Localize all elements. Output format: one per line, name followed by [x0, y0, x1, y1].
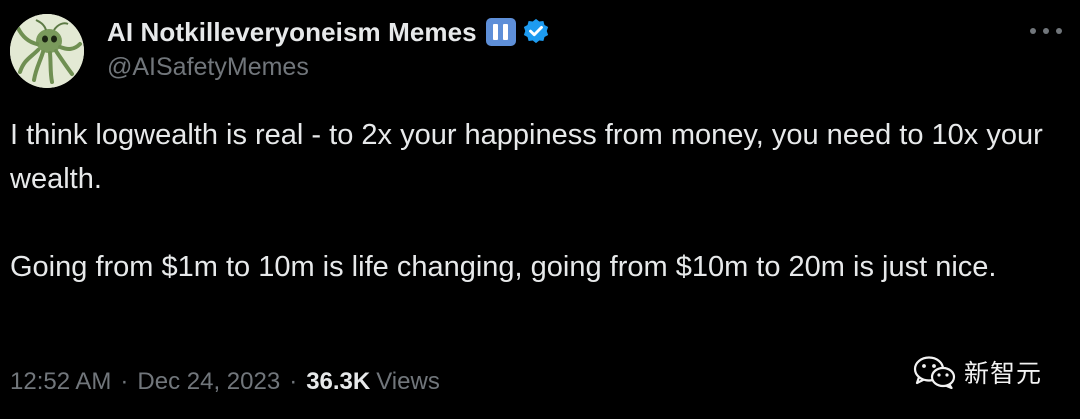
tweet-date[interactable]: Dec 24, 2023 — [137, 368, 280, 396]
avatar[interactable] — [10, 14, 84, 88]
tweet-time[interactable]: 12:52 AM — [10, 368, 111, 396]
author-name-row: AI Notkilleveryoneism Memes — [107, 13, 551, 51]
wechat-icon — [913, 356, 956, 389]
tweet-text: I think logwealth is real - to 2x your h… — [10, 113, 1060, 289]
views-count[interactable]: 36.3K — [306, 368, 370, 396]
watermark-text: 新智元 — [964, 359, 1043, 388]
author-handle[interactable]: @AISafetyMemes — [107, 53, 309, 82]
verified-badge-icon[interactable] — [521, 17, 551, 47]
more-dots-icon[interactable] — [1030, 22, 1062, 40]
meta-separator: · — [289, 368, 298, 395]
views-label[interactable]: Views — [376, 368, 440, 396]
watermark: 新智元 — [912, 354, 1042, 390]
octopus-avatar-image — [10, 14, 84, 88]
tweet-paragraph: Going from $1m to 10m is life changing, … — [10, 251, 997, 283]
author-display-name[interactable]: AI Notkilleveryoneism Memes — [107, 17, 477, 48]
pause-icon — [485, 18, 516, 46]
tweet-paragraph: I think logwealth is real - to 2x your h… — [10, 119, 1051, 195]
tweet-meta: 12:52 AM · Dec 24, 2023 · 36.3K Views — [10, 368, 440, 396]
meta-separator: · — [120, 368, 129, 395]
